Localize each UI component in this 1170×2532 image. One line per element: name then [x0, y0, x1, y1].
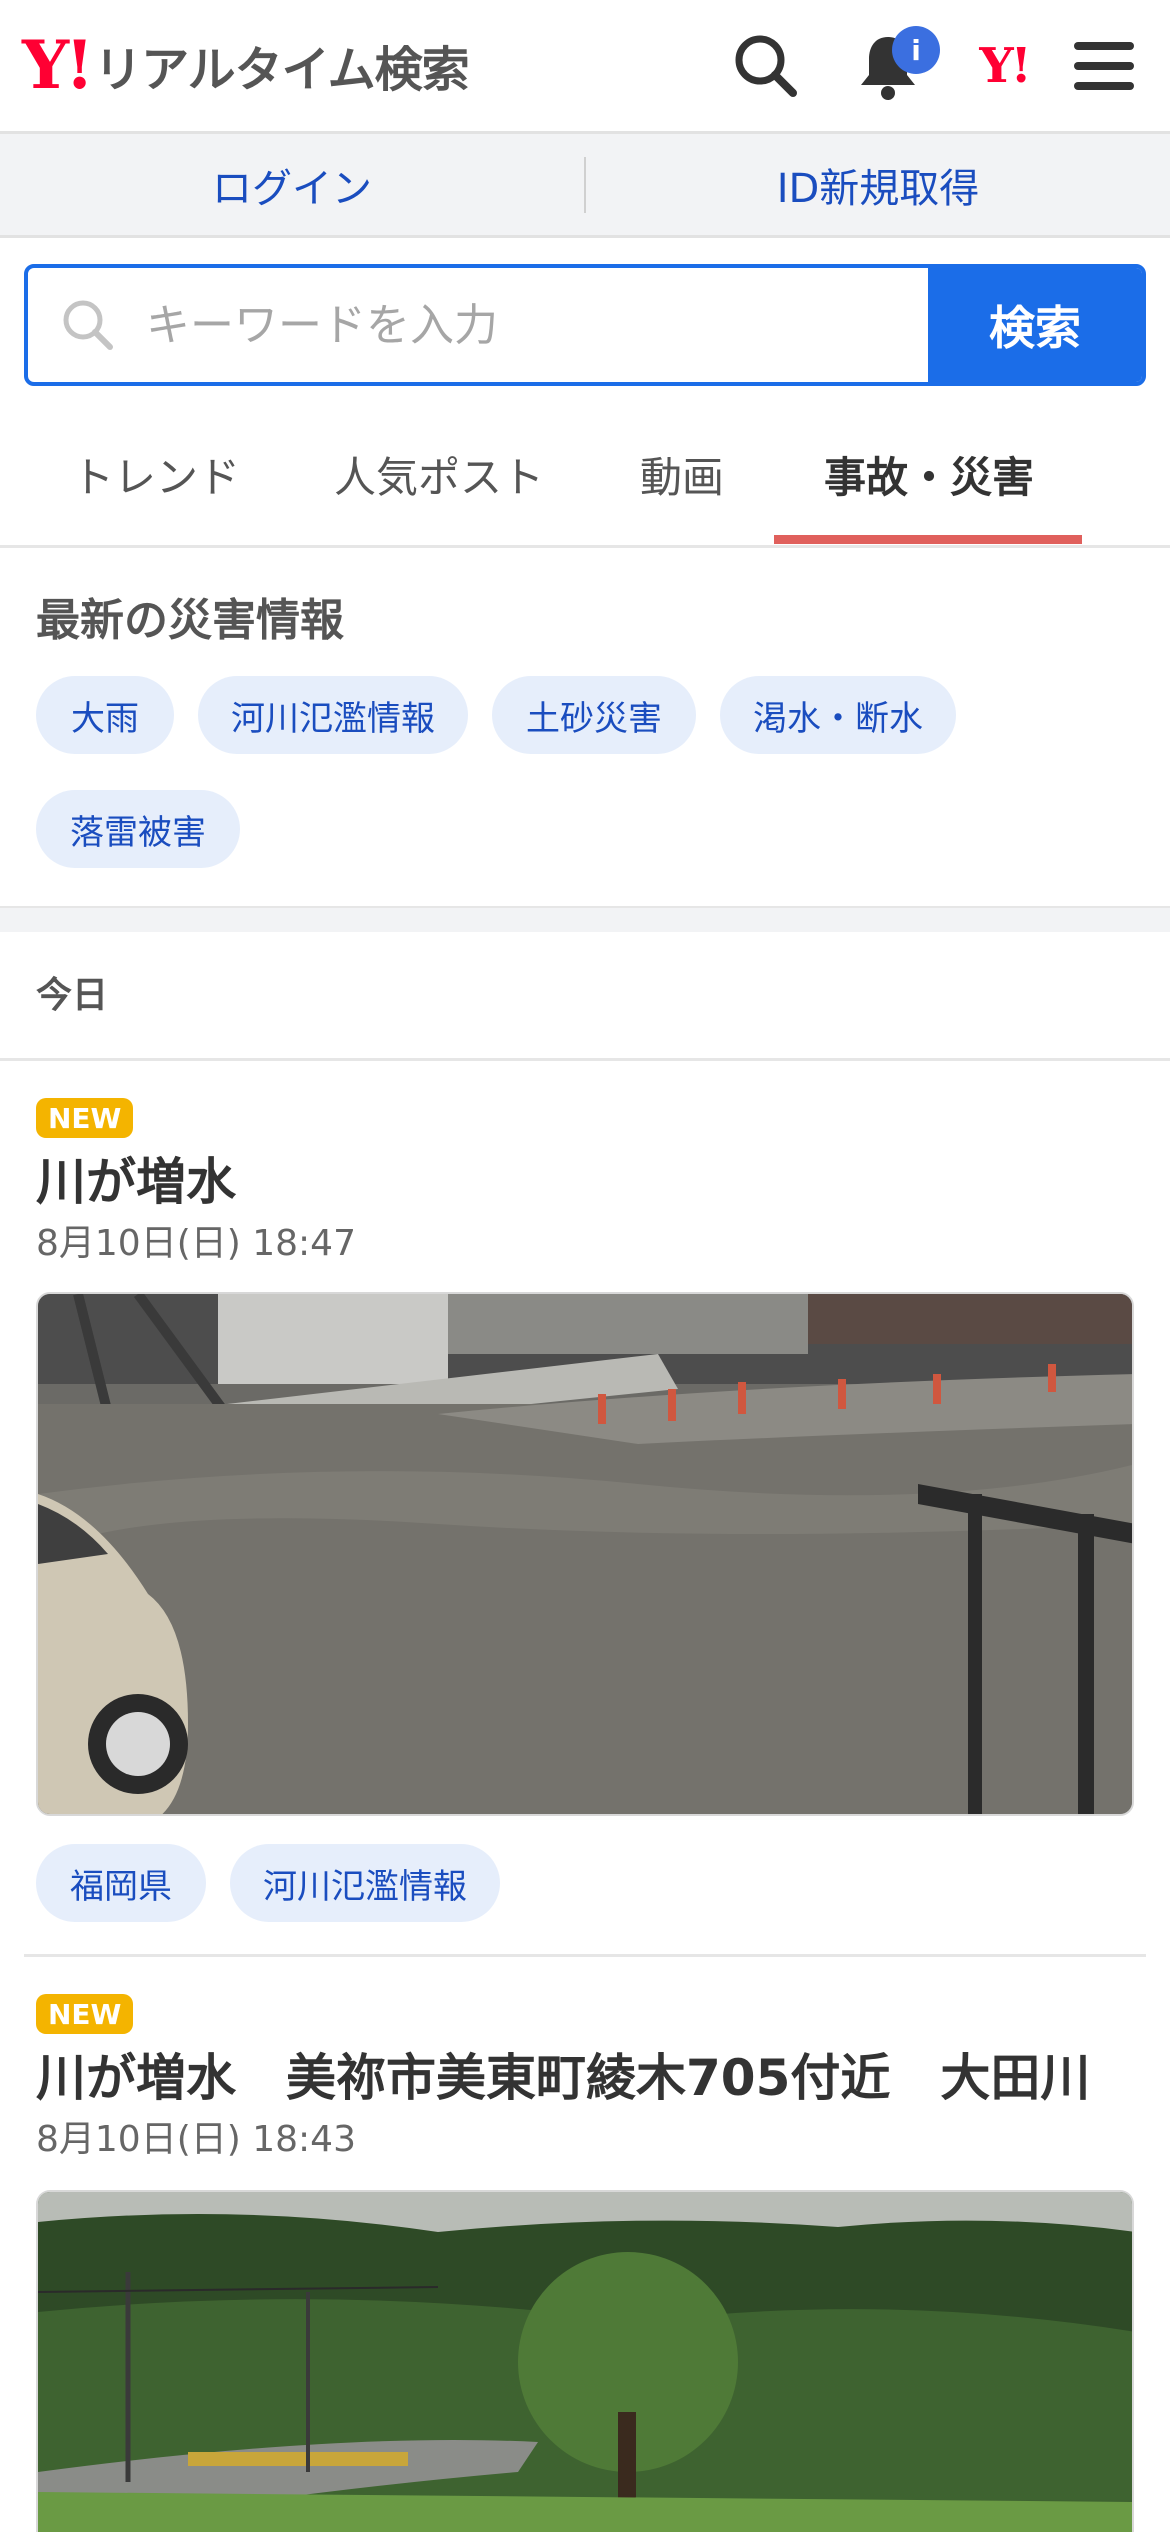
account-bar: ログイン ID新規取得: [0, 134, 1170, 238]
tab-popular-posts[interactable]: 人気ポスト: [334, 444, 544, 505]
search-button[interactable]: 検索: [928, 268, 1142, 382]
new-badge: NEW: [36, 1098, 134, 1138]
hamburger-menu-icon[interactable]: [1064, 26, 1144, 106]
active-tab-indicator: [774, 535, 1082, 544]
app-header: Y! リアルタイム検索 i Y!: [0, 0, 1170, 134]
post-tag[interactable]: 福岡県: [36, 1844, 206, 1922]
disaster-chip[interactable]: 落雷被害: [36, 790, 240, 868]
post-title[interactable]: 川が増水 美祢市美東町綾木705付近 大田川: [36, 2038, 1090, 2110]
disaster-chip[interactable]: 土砂災害: [492, 676, 696, 754]
search-bar: 検索: [24, 264, 1146, 386]
post-date: 8月10日(日) 18:47: [36, 1223, 356, 1264]
disaster-chip[interactable]: 大雨: [36, 676, 174, 754]
post-image-river-landscape[interactable]: [36, 2190, 1134, 2532]
logo-text: リアルタイム検索: [94, 42, 470, 98]
notification-bell-icon[interactable]: i: [848, 26, 940, 106]
search-input[interactable]: [146, 299, 846, 351]
tab-accident-disaster[interactable]: 事故・災害: [824, 444, 1034, 505]
notification-badge: i: [892, 26, 940, 74]
post-divider: [24, 1954, 1146, 1957]
search-field[interactable]: [28, 268, 928, 382]
post-tag[interactable]: 河川氾濫情報: [230, 1844, 500, 1922]
disaster-section-title: 最新の災害情報: [36, 595, 344, 646]
post-title[interactable]: 川が増水: [36, 1142, 236, 1214]
day-label: 今日: [36, 975, 109, 1016]
tab-video[interactable]: 動画: [640, 444, 724, 505]
post-image-flooded-street[interactable]: [36, 1292, 1134, 1816]
yahoo-japan-link[interactable]: Y!: [964, 26, 1044, 106]
new-badge: NEW: [36, 1994, 134, 2034]
yahoo-realtime-logo[interactable]: Y! リアルタイム検索: [22, 26, 470, 104]
register-link[interactable]: ID新規取得: [586, 156, 1170, 214]
section-divider: [0, 906, 1170, 932]
tab-trend[interactable]: トレンド: [72, 444, 240, 505]
login-link[interactable]: ログイン: [0, 156, 584, 214]
yahoo-small-logo: Y!: [979, 38, 1031, 94]
disaster-chip[interactable]: 渇水・断水: [720, 676, 956, 754]
yahoo-logo-mark: Y!: [22, 26, 94, 104]
category-tabs: トレンド 人気ポスト 動画 事故・災害: [0, 402, 1170, 548]
search-icon[interactable]: [726, 26, 806, 106]
search-field-icon: [63, 300, 113, 350]
post-date: 8月10日(日) 18:43: [36, 2119, 356, 2160]
disaster-chip[interactable]: 河川氾濫情報: [198, 676, 468, 754]
day-divider: [0, 1058, 1170, 1061]
